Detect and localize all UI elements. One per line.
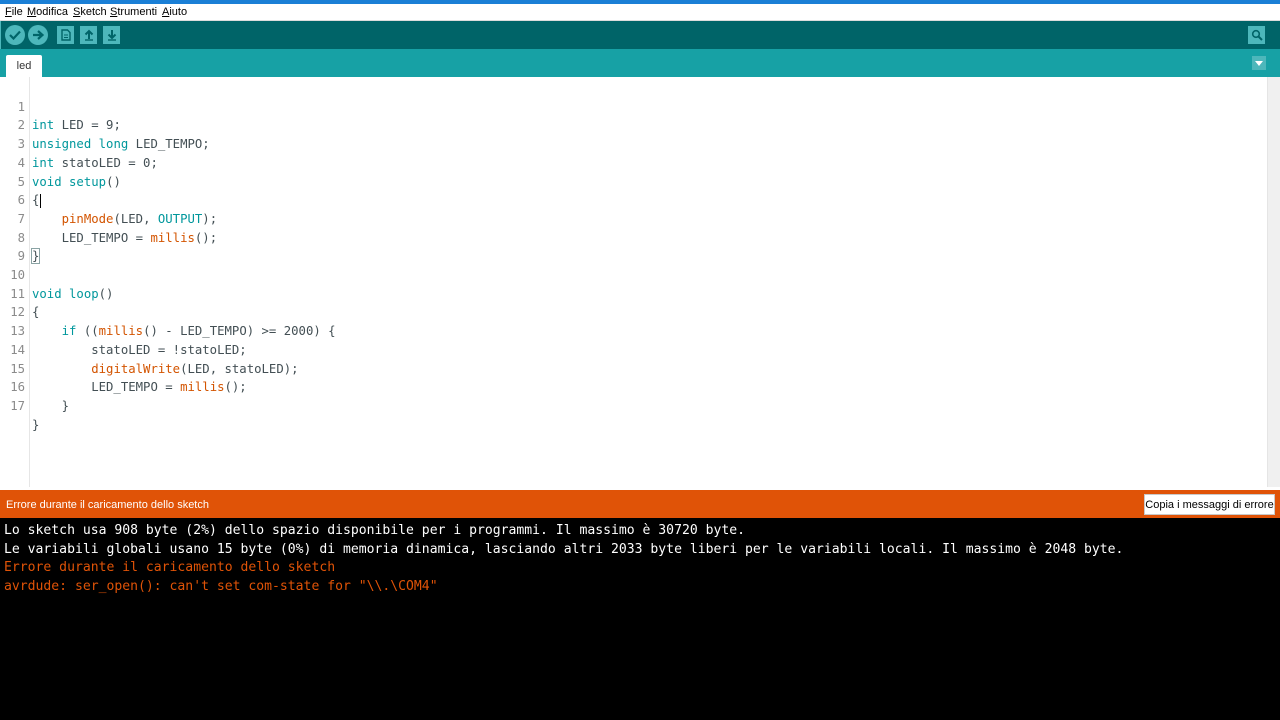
code-line: 16 } xyxy=(1,360,1261,413)
upload-icon xyxy=(33,30,44,40)
code-line: 13 statoLED = !statoLED; xyxy=(1,303,1261,357)
save-button[interactable] xyxy=(103,26,120,44)
menu-bar: File Modifica Sketch Strumenti Aiuto xyxy=(0,4,1280,21)
console-line: Errore durante il caricamento dello sket… xyxy=(4,560,336,575)
code-line: 1 int LED = 9; xyxy=(1,79,1261,133)
code-line: 11 { xyxy=(1,266,1261,320)
open-icon xyxy=(84,29,93,41)
copy-error-messages-button[interactable]: Copia i messaggi di errore xyxy=(1144,494,1275,515)
console-line: Lo sketch usa 908 byte (2%) dello spazio… xyxy=(4,523,746,538)
code-line: 17 } xyxy=(1,378,1261,432)
menu-sketch-label: ketch xyxy=(80,6,107,18)
menu-modifica[interactable]: Modifica xyxy=(25,5,70,20)
menu-strumenti[interactable]: Strumenti xyxy=(108,5,159,20)
code-line: 3 int statoLED = 0; xyxy=(1,116,1261,170)
upload-button[interactable] xyxy=(28,25,48,45)
code-line: 14 digitalWrite(LED, statoLED); xyxy=(1,322,1261,376)
code-editor[interactable]: 1 int LED = 9; 2 unsigned long LED_TEMPO… xyxy=(1,77,1267,487)
code-line: 15 LED_TEMPO = millis(); xyxy=(1,341,1261,395)
code-text: } xyxy=(32,398,70,413)
line-number: 17 xyxy=(10,398,25,413)
code-line: 10 void loop() xyxy=(1,247,1261,301)
open-button[interactable] xyxy=(80,26,97,44)
verify-button[interactable] xyxy=(5,25,25,45)
toolbar xyxy=(0,21,1280,49)
menu-file[interactable]: File xyxy=(3,5,25,20)
code-line: 6 pinMode(LED, OUTPUT); xyxy=(1,173,1261,226)
console-line: Le variabili globali usano 15 byte (0%) … xyxy=(4,541,1124,557)
menu-strumenti-label: trumenti xyxy=(117,6,158,18)
verify-icon xyxy=(9,30,21,40)
status-message: Errore durante il caricamento dello sket… xyxy=(6,499,209,511)
code-text: } xyxy=(32,417,40,432)
menu-modifica-accel: M xyxy=(27,6,37,18)
menu-sketch[interactable]: Sketch xyxy=(71,5,109,20)
tab-led[interactable]: led xyxy=(6,55,42,77)
code-line: 7 LED_TEMPO = millis(); xyxy=(1,191,1261,245)
menu-aiuto-label: iuto xyxy=(169,6,188,18)
code-line: 4 void setup() xyxy=(1,135,1261,189)
code-line: 9 xyxy=(1,229,1261,263)
menu-modifica-label: odifica xyxy=(36,6,68,18)
serial-monitor-button[interactable] xyxy=(1248,26,1265,44)
code-line: 2 unsigned long LED_TEMPO; xyxy=(1,98,1261,151)
chevron-down-icon xyxy=(1255,60,1263,66)
save-icon xyxy=(107,30,116,41)
menu-aiuto[interactable]: Aiuto xyxy=(160,5,189,20)
menu-file-accel: F xyxy=(5,6,12,18)
menu-file-label: ile xyxy=(11,6,23,18)
console-line: avrdude: ser_open(): can't set com-state… xyxy=(4,578,438,594)
new-icon xyxy=(60,29,71,41)
tab-menu-button[interactable] xyxy=(1252,56,1266,70)
editor-scrollbar[interactable] xyxy=(1267,77,1280,487)
tab-led-label: led xyxy=(16,60,32,72)
new-button[interactable] xyxy=(57,26,74,44)
tab-bar: led xyxy=(0,49,1280,77)
code-line: 12 if ((millis() - LED_TEMPO) >= 2000) { xyxy=(1,285,1261,338)
console-output[interactable]: Lo sketch usa 908 byte (2%) dello spazio… xyxy=(0,518,1280,720)
serial-monitor-icon xyxy=(1251,29,1263,41)
status-bar: Errore durante il caricamento dello sket… xyxy=(0,490,1280,518)
code-line: 8 } xyxy=(1,210,1261,265)
code-line: 5 { xyxy=(1,154,1261,208)
